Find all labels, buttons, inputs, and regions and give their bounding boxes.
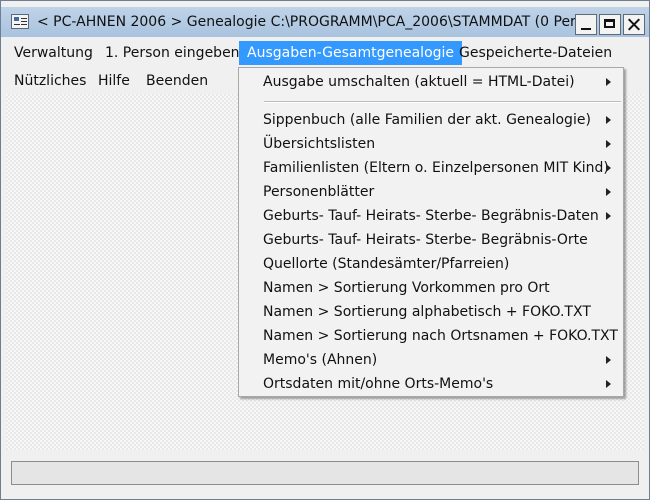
menu-item-label: Quellorte (Standesämter/Pfarreien) [263,256,510,272]
menu-ausgaben-gesamtgenealogie[interactable]: Ausgaben-Gesamtgenealogie [239,41,463,65]
menu-item-ausgabe-umschalten[interactable]: Ausgabe umschalten (aktuell = HTML-Datei… [241,70,621,94]
submenu-arrow-icon [606,188,611,196]
window-title: < PC-AHNEN 2006 > Genealogie C:\PROGRAMM… [37,14,575,30]
minimize-button[interactable] [575,14,597,35]
menu-item-label: Ortsdaten mit/ohne Orts-Memo's [263,376,494,392]
submenu-arrow-icon [606,116,611,124]
close-button[interactable] [623,14,645,35]
menu-nuetzliches[interactable]: Nützliches [6,69,94,93]
menu-separator [264,101,621,102]
app-icon[interactable] [11,14,29,29]
ausgaben-dropdown-menu: Ausgabe umschalten (aktuell = HTML-Datei… [238,67,624,397]
submenu-arrow-icon [606,380,611,388]
menu-item-lebensorte[interactable]: Geburts- Tauf- Heirats- Sterbe- Begräbni… [241,228,621,252]
menu-gespeicherte-dateien[interactable]: Gespeicherte-Dateien [451,41,620,65]
menu-item-sippenbuch[interactable]: Sippenbuch (alle Familien der akt. Genea… [241,108,621,132]
menu-beenden[interactable]: Beenden [138,69,216,93]
menu-item-label: Memo's (Ahnen) [263,352,378,368]
menu-item-label: Familienlisten (Eltern o. Einzelpersonen… [263,160,609,176]
menu-item-namen-alphabetisch[interactable]: Namen > Sortierung alphabetisch + FOKO.T… [241,300,621,324]
menu-item-label: Namen > Sortierung alphabetisch + FOKO.T… [263,304,591,320]
menu-item-namen-ortsnamen[interactable]: Namen > Sortierung nach Ortsnamen + FOKO… [241,324,621,348]
menu-item-label: Übersichtslisten [263,136,376,152]
submenu-arrow-icon [606,212,611,220]
menu-verwaltung[interactable]: Verwaltung [6,41,101,65]
menu-item-lebensdaten[interactable]: Geburts- Tauf- Heirats- Sterbe- Begräbni… [241,204,621,228]
submenu-arrow-icon [606,78,611,86]
submenu-arrow-icon [606,164,611,172]
menu-item-label: Namen > Sortierung Vorkommen pro Ort [263,280,550,296]
title-bar[interactable]: < PC-AHNEN 2006 > Genealogie C:\PROGRAMM… [1,7,649,37]
submenu-arrow-icon [606,356,611,364]
menu-item-label: Personenblätter [263,184,375,200]
menu-item-label: Geburts- Tauf- Heirats- Sterbe- Begräbni… [263,208,599,224]
menu-item-quellorte[interactable]: Quellorte (Standesämter/Pfarreien) [241,252,621,276]
menu-person-eingeben[interactable]: 1. Person eingeben [97,41,248,65]
menu-item-familienlisten[interactable]: Familienlisten (Eltern o. Einzelpersonen… [241,156,621,180]
menu-item-memos-ahnen[interactable]: Memo's (Ahnen) [241,348,621,372]
menu-item-namen-vorkommen[interactable]: Namen > Sortierung Vorkommen pro Ort [241,276,621,300]
menu-item-label: Ausgabe umschalten (aktuell = HTML-Datei… [263,74,575,90]
menu-item-label: Sippenbuch (alle Familien der akt. Genea… [263,112,591,128]
status-bar [11,461,639,485]
menu-item-ortsdaten[interactable]: Ortsdaten mit/ohne Orts-Memo's [241,372,621,396]
menu-hilfe[interactable]: Hilfe [90,69,138,93]
submenu-arrow-icon [606,140,611,148]
menu-item-personenblaetter[interactable]: Personenblätter [241,180,621,204]
menu-item-label: Geburts- Tauf- Heirats- Sterbe- Begräbni… [263,232,588,248]
menu-item-label: Namen > Sortierung nach Ortsnamen + FOKO… [263,328,618,344]
menu-item-uebersichtslisten[interactable]: Übersichtslisten [241,132,621,156]
maximize-button[interactable] [599,14,621,35]
